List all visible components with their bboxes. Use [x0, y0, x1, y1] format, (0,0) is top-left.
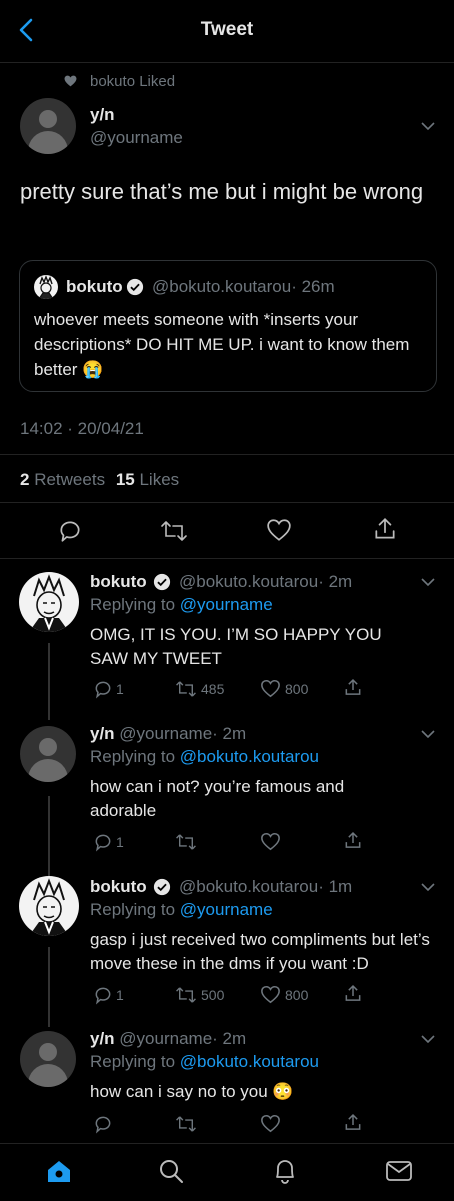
messages-icon[interactable] [385, 1159, 413, 1183]
reply-icon[interactable] [93, 832, 113, 852]
main-tweet-handle[interactable]: @yourname [90, 128, 183, 148]
reply-4-display-name[interactable]: y/n [90, 1029, 115, 1048]
chevron-down-icon[interactable] [421, 577, 435, 587]
replying-to-link[interactable]: @yourname [180, 595, 273, 614]
reply-2-display-name[interactable]: y/n [90, 724, 115, 743]
share-icon[interactable] [343, 1112, 363, 1133]
replying-to-label: Replying to [90, 595, 176, 614]
reply-2-header: y/n @yourname· 2m [90, 724, 246, 744]
reply-4-time: · 2m [212, 1029, 247, 1048]
avatar[interactable] [19, 876, 79, 936]
like-count: 800 [285, 987, 309, 1003]
retweet-count: 500 [201, 987, 225, 1003]
retweet-icon[interactable] [175, 832, 197, 852]
avatar[interactable] [20, 1031, 76, 1087]
share-icon[interactable] [372, 516, 398, 542]
like-icon[interactable] [260, 985, 281, 1004]
reply-1-text: OMG, IT IS YOU. I’M SO HAPPY YOU SAW MY … [90, 625, 382, 668]
quoted-handle: @bokuto.koutarou [152, 277, 292, 296]
home-icon[interactable] [45, 1158, 73, 1184]
reply-icon[interactable] [93, 1114, 113, 1134]
quoted-text: whoever meets someone with *inserts your… [34, 310, 410, 379]
reply-1-time: · 2m [318, 572, 353, 591]
search-icon[interactable] [158, 1158, 184, 1184]
reply-count: 1 [116, 681, 124, 697]
verified-badge-icon [153, 878, 171, 896]
reply-icon[interactable] [93, 679, 113, 699]
reply-count: 1 [116, 834, 124, 850]
quoted-time: · 26m [291, 277, 335, 296]
reply-icon[interactable] [93, 985, 113, 1005]
retweet-icon[interactable] [175, 1114, 197, 1134]
page-title: Tweet [200, 19, 254, 40]
liked-by-label: bokuto Liked [90, 73, 176, 90]
retweets-label[interactable]: Retweets [34, 470, 105, 489]
reply-1-handle[interactable]: @bokuto.koutarou [179, 572, 318, 591]
replying-to-link[interactable]: @yourname [180, 900, 273, 919]
chevron-down-icon[interactable] [421, 882, 435, 892]
reply-3-display-name[interactable]: bokuto [90, 877, 147, 896]
notifications-icon[interactable] [272, 1157, 298, 1185]
share-icon[interactable] [343, 830, 363, 851]
verified-badge-icon [153, 573, 171, 591]
quoted-tweet[interactable]: bokuto @bokuto.koutarou· 26m whoever mee… [19, 260, 437, 392]
share-icon[interactable] [343, 983, 363, 1004]
replying-to-link[interactable]: @bokuto.koutarou [180, 747, 319, 766]
engagement-counts: 2 Retweets 15 Likes [20, 470, 179, 490]
heart-icon [64, 75, 77, 87]
timestamp: 14:02 · 20/04/21 [20, 419, 144, 438]
reply-3-text: gasp i just received two compliments but… [90, 930, 430, 973]
reply-2-text: how can i not? you’re famous and adorabl… [90, 777, 345, 820]
like-count: 800 [285, 681, 309, 697]
verified-badge-icon [126, 278, 144, 296]
reply-3-time: · 1m [318, 877, 353, 896]
reply-1-header: bokuto [90, 572, 147, 592]
bottom-tab-bar [0, 1143, 454, 1201]
replying-to-link[interactable]: @bokuto.koutarou [180, 1052, 319, 1071]
likes-label[interactable]: Likes [139, 470, 179, 489]
avatar[interactable] [20, 98, 76, 154]
main-tweet-text: pretty sure that’s me but i might be wro… [20, 179, 424, 204]
quoted-handle-line: @bokuto.koutarou· 26m [152, 277, 335, 297]
reply-4-header: y/n @yourname· 2m [90, 1029, 246, 1049]
avatar[interactable] [20, 726, 76, 782]
avatar [34, 275, 58, 299]
main-tweet-display-name[interactable]: y/n [90, 105, 115, 125]
retweets-count[interactable]: 2 [20, 470, 29, 489]
replying-to-label: Replying to [90, 900, 176, 919]
quoted-display-name: bokuto [66, 277, 123, 296]
reply-count: 1 [116, 987, 124, 1003]
like-icon[interactable] [260, 1114, 281, 1133]
reply-3-handle[interactable]: @bokuto.koutarou [179, 877, 318, 896]
reply-3-header: bokuto [90, 877, 147, 897]
like-icon[interactable] [266, 518, 292, 542]
reply-2-time: · 2m [212, 724, 247, 743]
like-icon[interactable] [260, 832, 281, 851]
share-icon[interactable] [343, 677, 363, 698]
reply-4-handle[interactable]: @yourname [119, 1029, 212, 1048]
reply-1-display-name[interactable]: bokuto [90, 572, 147, 591]
reply-icon[interactable] [57, 518, 83, 544]
like-icon[interactable] [260, 679, 281, 698]
retweet-icon[interactable] [175, 985, 197, 1005]
retweet-icon[interactable] [175, 679, 197, 699]
top-bar: Tweet [0, 0, 454, 63]
replying-to-label: Replying to [90, 1052, 176, 1071]
chevron-down-icon[interactable] [421, 121, 435, 131]
chevron-down-icon[interactable] [421, 1034, 435, 1044]
replying-to-label: Replying to [90, 747, 176, 766]
retweet-count: 485 [201, 681, 225, 697]
reply-4-text: how can i say no to you 😳 [90, 1082, 294, 1101]
chevron-down-icon[interactable] [421, 729, 435, 739]
avatar[interactable] [19, 572, 79, 632]
likes-count[interactable]: 15 [116, 470, 135, 489]
reply-2-handle[interactable]: @yourname [119, 724, 212, 743]
retweet-icon[interactable] [160, 518, 188, 544]
